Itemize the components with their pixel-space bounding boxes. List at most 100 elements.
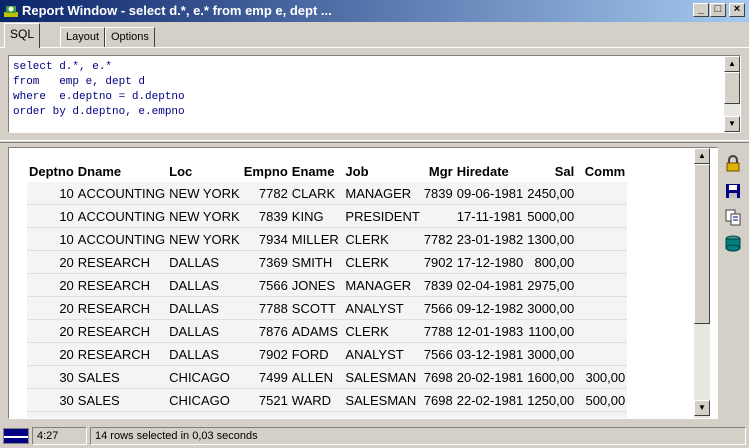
table-cell[interactable]: 12-01-1983 — [454, 319, 526, 343]
table-cell[interactable]: 7698 — [421, 388, 455, 412]
column-header[interactable]: Comm — [576, 160, 627, 182]
table-cell[interactable] — [576, 204, 628, 228]
table-cell[interactable]: SMITH — [289, 250, 344, 274]
table-cell[interactable]: 20 — [27, 273, 76, 297]
table-cell[interactable]: 7902 — [421, 250, 455, 274]
table-cell[interactable]: CHICAGO — [167, 388, 242, 412]
table-row[interactable]: 20 RESEARCH DALLAS 7902 FORD ANALYST 7566 03-12… — [27, 342, 628, 366]
column-header[interactable]: Deptno — [27, 160, 76, 182]
table-cell[interactable]: 5000,00 — [525, 204, 577, 228]
column-header[interactable]: Ename — [290, 160, 344, 182]
table-cell[interactable]: 7788 — [421, 319, 455, 343]
table-cell[interactable]: ANALYST — [343, 296, 422, 320]
table-cell[interactable]: RESEARCH — [75, 296, 168, 320]
table-cell[interactable]: 22-02-1981 — [454, 388, 526, 412]
tab-layout[interactable]: Layout — [60, 27, 106, 47]
table-row[interactable]: 10 ACCOUNTING NEW YORK 7934 MILLER CLERK 7782 2… — [27, 227, 628, 251]
tab-sql[interactable]: SQL — [4, 23, 41, 48]
table-row[interactable]: 10 ACCOUNTING NEW YORK 7839 KING PRESIDENT 17-… — [27, 204, 628, 228]
table-cell[interactable]: 1100,00 — [525, 319, 577, 343]
copy-icon[interactable] — [724, 208, 742, 226]
table-cell[interactable]: 7876 — [241, 319, 290, 343]
grid-scroll-thumb[interactable] — [694, 164, 710, 324]
table-cell[interactable]: MANAGER — [343, 182, 422, 205]
table-cell[interactable]: 7566 — [241, 273, 290, 297]
table-cell[interactable]: 30 — [27, 411, 76, 418]
table-cell[interactable]: DALLAS — [167, 273, 242, 297]
table-cell[interactable] — [576, 296, 628, 320]
table-cell[interactable]: 3000,00 — [525, 296, 577, 320]
tab-options[interactable]: Options — [105, 27, 155, 47]
table-row[interactable]: 20 RESEARCH DALLAS 7566 JONES MANAGER 7839 02-0… — [27, 273, 628, 297]
sql-text[interactable]: select d.*, e.* from emp e, dept d where… — [13, 60, 185, 120]
column-header[interactable]: Job — [343, 160, 421, 182]
table-cell[interactable]: ACCOUNTING — [75, 182, 168, 205]
table-cell[interactable] — [576, 273, 628, 297]
table-cell[interactable]: MARTIN — [289, 411, 344, 418]
column-header[interactable]: Sal — [525, 160, 576, 182]
grid-scroll-down-button[interactable]: ▼ — [694, 400, 710, 416]
column-header[interactable]: Loc — [167, 160, 242, 182]
table-cell[interactable]: 30 — [27, 365, 76, 389]
table-cell[interactable]: SALES — [75, 411, 168, 418]
save-icon[interactable] — [724, 182, 742, 200]
table-cell[interactable]: 1250,00 — [525, 411, 577, 418]
title-bar[interactable]: Report Window - select d.*, e.* from emp… — [0, 0, 749, 22]
table-cell[interactable]: CHICAGO — [167, 365, 242, 389]
table-cell[interactable]: 1600,00 — [525, 365, 577, 389]
grid-scrollbar[interactable]: ▲ ▼ — [694, 148, 710, 418]
table-cell[interactable]: 7698 — [421, 411, 455, 418]
table-cell[interactable]: NEW YORK — [167, 182, 242, 205]
table-cell[interactable]: 23-01-1982 — [454, 227, 526, 251]
table-cell[interactable]: 1250,00 — [525, 388, 577, 412]
sql-scroll-thumb[interactable] — [724, 72, 740, 104]
table-row[interactable]: 30 SALES CHICAGO 7499 ALLEN SALESMAN 7698 20-02… — [27, 365, 628, 389]
table-cell[interactable]: 7839 — [421, 273, 455, 297]
table-cell[interactable]: 2450,00 — [525, 182, 577, 205]
table-row[interactable]: 20 RESEARCH DALLAS 7788 SCOTT ANALYST 7566 09-1… — [27, 296, 628, 320]
table-cell[interactable]: 800,00 — [525, 250, 577, 274]
table-cell[interactable]: 20-02-1981 — [454, 365, 526, 389]
table-cell[interactable]: 3000,00 — [525, 342, 577, 366]
table-cell[interactable]: SALES — [75, 388, 168, 412]
column-header[interactable]: Hiredate — [455, 160, 526, 182]
table-cell[interactable]: CLERK — [343, 227, 422, 251]
maximize-button[interactable]: □ — [710, 3, 726, 17]
table-cell[interactable] — [576, 227, 628, 251]
table-cell[interactable]: 1300,00 — [525, 227, 577, 251]
table-cell[interactable]: FORD — [289, 342, 344, 366]
table-cell[interactable]: 17-12-1980 — [454, 250, 526, 274]
table-cell[interactable]: CHICAGO — [167, 411, 242, 418]
table-cell[interactable]: RESEARCH — [75, 319, 168, 343]
table-cell[interactable]: 7839 — [421, 182, 455, 205]
table-cell[interactable]: 10 — [27, 204, 76, 228]
table-cell[interactable] — [576, 342, 628, 366]
sql-editor[interactable]: select d.*, e.* from emp e, dept d where… — [8, 55, 741, 133]
table-cell[interactable]: 20 — [27, 319, 76, 343]
table-row[interactable]: 30 SALES CHICAGO 7521 WARD SALESMAN 7698 22-02-… — [27, 388, 628, 412]
table-cell[interactable]: 7499 — [241, 365, 290, 389]
table-cell[interactable]: SALESMAN — [343, 365, 422, 389]
column-header[interactable]: Empno — [242, 160, 290, 182]
table-cell[interactable]: MILLER — [289, 227, 344, 251]
column-header[interactable]: Dname — [76, 160, 167, 182]
table-cell[interactable]: 03-12-1981 — [454, 342, 526, 366]
table-row[interactable]: 20 RESEARCH DALLAS 7876 ADAMS CLERK 7788 12-01-… — [27, 319, 628, 343]
table-cell[interactable]: 1400,00 — [576, 411, 628, 418]
table-cell[interactable]: 7839 — [241, 204, 290, 228]
table-cell[interactable]: NEW YORK — [167, 204, 242, 228]
table-cell[interactable]: 2975,00 — [525, 273, 577, 297]
table-cell[interactable]: 30 — [27, 388, 76, 412]
minimize-button[interactable]: _ — [693, 3, 709, 17]
column-header[interactable]: Mgr — [422, 160, 455, 182]
table-cell[interactable]: RESEARCH — [75, 342, 168, 366]
table-cell[interactable]: 7698 — [421, 365, 455, 389]
table-cell[interactable]: JONES — [289, 273, 344, 297]
table-cell[interactable]: CLERK — [343, 250, 422, 274]
print-icon[interactable] — [724, 234, 742, 252]
lock-icon[interactable] — [724, 155, 742, 173]
table-cell[interactable]: RESEARCH — [75, 250, 168, 274]
table-cell[interactable]: 20 — [27, 342, 76, 366]
table-cell[interactable]: SALESMAN — [343, 388, 422, 412]
grid-scroll-up-button[interactable]: ▲ — [694, 148, 710, 164]
